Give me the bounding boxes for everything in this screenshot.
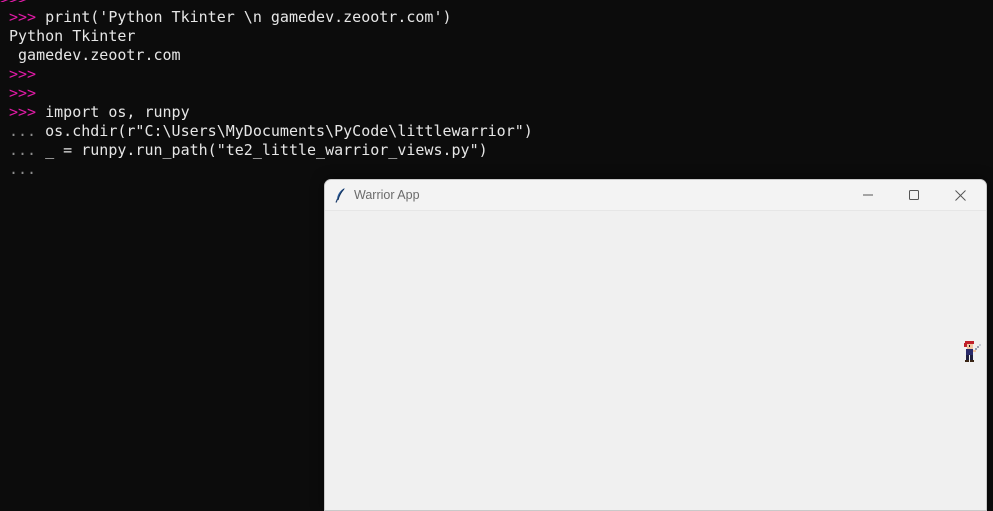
minimize-icon: [863, 194, 873, 196]
window-title: Warrior App: [354, 188, 420, 202]
maximize-icon: [909, 190, 919, 200]
terminal-line-6: >>> import os, runpy: [9, 103, 190, 122]
window-titlebar[interactable]: Warrior App: [325, 180, 986, 211]
continuation-prompt: ...: [9, 122, 37, 140]
game-canvas[interactable]: [325, 211, 986, 510]
maximize-button[interactable]: [891, 180, 937, 210]
prompt: >>>: [9, 103, 37, 121]
continuation-prompt: ...: [9, 141, 37, 159]
close-icon: [954, 189, 966, 201]
terminal-line-7: ... os.chdir(r"C:\Users\MyDocuments\PyCo…: [9, 122, 533, 141]
prompt: >>>: [9, 8, 37, 26]
terminal-line-8: ... _ = runpy.run_path("te2_little_warri…: [9, 141, 488, 160]
continuation-prompt: ...: [9, 160, 37, 178]
warrior-app-window[interactable]: Warrior App: [324, 179, 987, 511]
cut-off-prompt: >>>: [0, 0, 30, 2]
minimize-button[interactable]: [845, 180, 891, 210]
code-text: os.chdir(r"C:\Users\MyDocuments\PyCode\l…: [36, 122, 533, 140]
close-button[interactable]: [937, 180, 983, 210]
code-text: print('Python Tkinter \n gamedev.zeootr.…: [36, 8, 452, 26]
output-text: Python Tkinter: [9, 27, 136, 45]
warrior-sprite-icon[interactable]: [961, 340, 983, 364]
output-text: gamedev.zeootr.com: [9, 46, 181, 64]
prompt: >>>: [9, 65, 37, 83]
terminal-line-5: >>>: [9, 84, 36, 103]
terminal-line-2: Python Tkinter: [9, 27, 135, 46]
prompt: >>>: [9, 84, 37, 102]
code-text: _ = runpy.run_path("te2_little_warrior_v…: [36, 141, 488, 159]
terminal-line-1: >>> print('Python Tkinter \n gamedev.zeo…: [9, 8, 452, 27]
terminal-line-4: >>>: [9, 65, 36, 84]
terminal-line-9[interactable]: ...: [9, 160, 36, 179]
terminal-line-3: gamedev.zeootr.com: [9, 46, 181, 65]
code-text: import os, runpy: [36, 103, 190, 121]
tk-feather-icon: [335, 188, 345, 203]
